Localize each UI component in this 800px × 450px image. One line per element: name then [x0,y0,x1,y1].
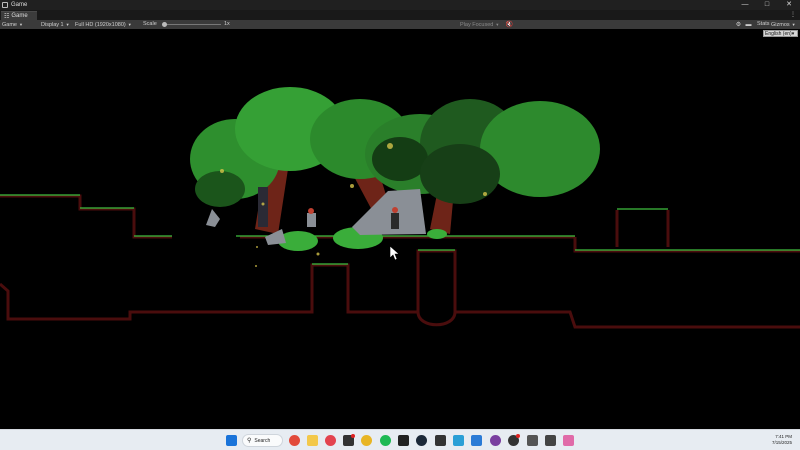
tree-canopy [190,87,600,207]
maximize-button[interactable]: □ [756,0,778,10]
tab-label: Game [11,13,28,19]
clock-date: 7/15/2025 [771,440,792,445]
unity-editor-icon[interactable] [545,435,556,446]
scale-slider-handle[interactable] [162,22,167,27]
vscode-icon[interactable] [471,435,482,446]
unity-hub-icon[interactable] [527,435,538,446]
window-title: Game [11,2,28,8]
chevron-down-icon: ▼ [127,22,132,27]
frame-debug-icon[interactable]: ⚙ [735,21,742,28]
play-mode-label: Play Focused [460,22,494,28]
os-taskbar: ⚲ Search 7:41 PM 7/15/2025 [0,429,800,450]
view-mode-label: Game [2,22,17,28]
unity-app-icon [2,2,8,8]
more-options-icon[interactable]: ⋮ [790,11,796,18]
enemy-character [258,187,268,227]
view-mode-dropdown[interactable]: Game ▼ [2,20,23,29]
chevron-down-icon: ▼ [65,22,70,27]
chevron-down-icon: ▾ [791,31,795,37]
game-controller-icon: ☷ [4,13,10,20]
notification-badge [351,434,355,438]
paint-app-icon[interactable] [563,435,574,446]
spotify-icon[interactable] [380,435,391,446]
resolution-label: Full HD (1920x1080) [75,22,126,28]
play-mode-dropdown[interactable]: Play Focused ▼ [460,20,499,29]
calculator-icon[interactable] [453,435,464,446]
notification-badge [516,434,520,438]
scale-label: Scale [143,21,157,27]
player-character [391,207,399,229]
opera-gx-icon[interactable] [325,435,336,446]
game-scene [0,87,800,329]
tab-game[interactable]: ☷ Game [1,11,37,20]
stats-toggle[interactable]: Stats [757,20,770,29]
epic-games-icon[interactable] [435,435,446,446]
close-button[interactable]: ✕ [778,0,800,10]
window-titlebar: Game — □ ✕ [0,0,800,10]
system-clock[interactable]: 7:41 PM 7/15/2025 [772,434,792,446]
window-controls: — □ ✕ [734,0,800,10]
gizmos-label: Gizmos [771,22,790,28]
game-view-toolbar: Game ▼ Display 1 ▼ Full HD (1920x1080) ▼ Sc… [0,20,800,29]
steam-icon[interactable] [416,435,427,446]
gizmos-toggle[interactable]: Gizmos ▼ [771,20,796,29]
mute-audio-icon[interactable]: 🔇 [506,21,513,28]
display-dropdown[interactable]: Display 1 ▼ [41,20,70,29]
search-icon: ⚲ [247,438,252,444]
mouse-cursor [389,245,400,261]
chevron-down-icon: ▼ [18,22,23,27]
file-explorer-icon[interactable] [307,435,318,446]
podcast-app-icon[interactable] [490,435,501,446]
chevron-down-icon: ▼ [791,22,796,27]
start-menu-icon[interactable] [226,435,237,446]
minimize-button[interactable]: — [734,0,756,10]
scale-value: 1x [224,21,230,27]
chevron-down-icon: ▼ [495,22,500,27]
scale-slider-track[interactable] [165,24,221,25]
npc-character [307,208,316,227]
language-dropdown[interactable]: English (en)▾ [763,30,798,37]
chrome-icon[interactable] [361,435,372,446]
terminal-icon[interactable] [398,435,409,446]
mario-app-icon[interactable] [289,435,300,446]
minimize-view-icon[interactable]: ▬ [745,21,752,28]
taskbar-search[interactable]: ⚲ Search [242,434,283,447]
tab-bar: ☷ Game ⋮ [0,10,800,20]
game-viewport[interactable] [0,29,800,429]
display-label: Display 1 [41,22,64,28]
search-label: Search [254,437,271,444]
resolution-dropdown[interactable]: Full HD (1920x1080) ▼ [75,20,132,29]
language-label: English (en) [765,31,792,37]
